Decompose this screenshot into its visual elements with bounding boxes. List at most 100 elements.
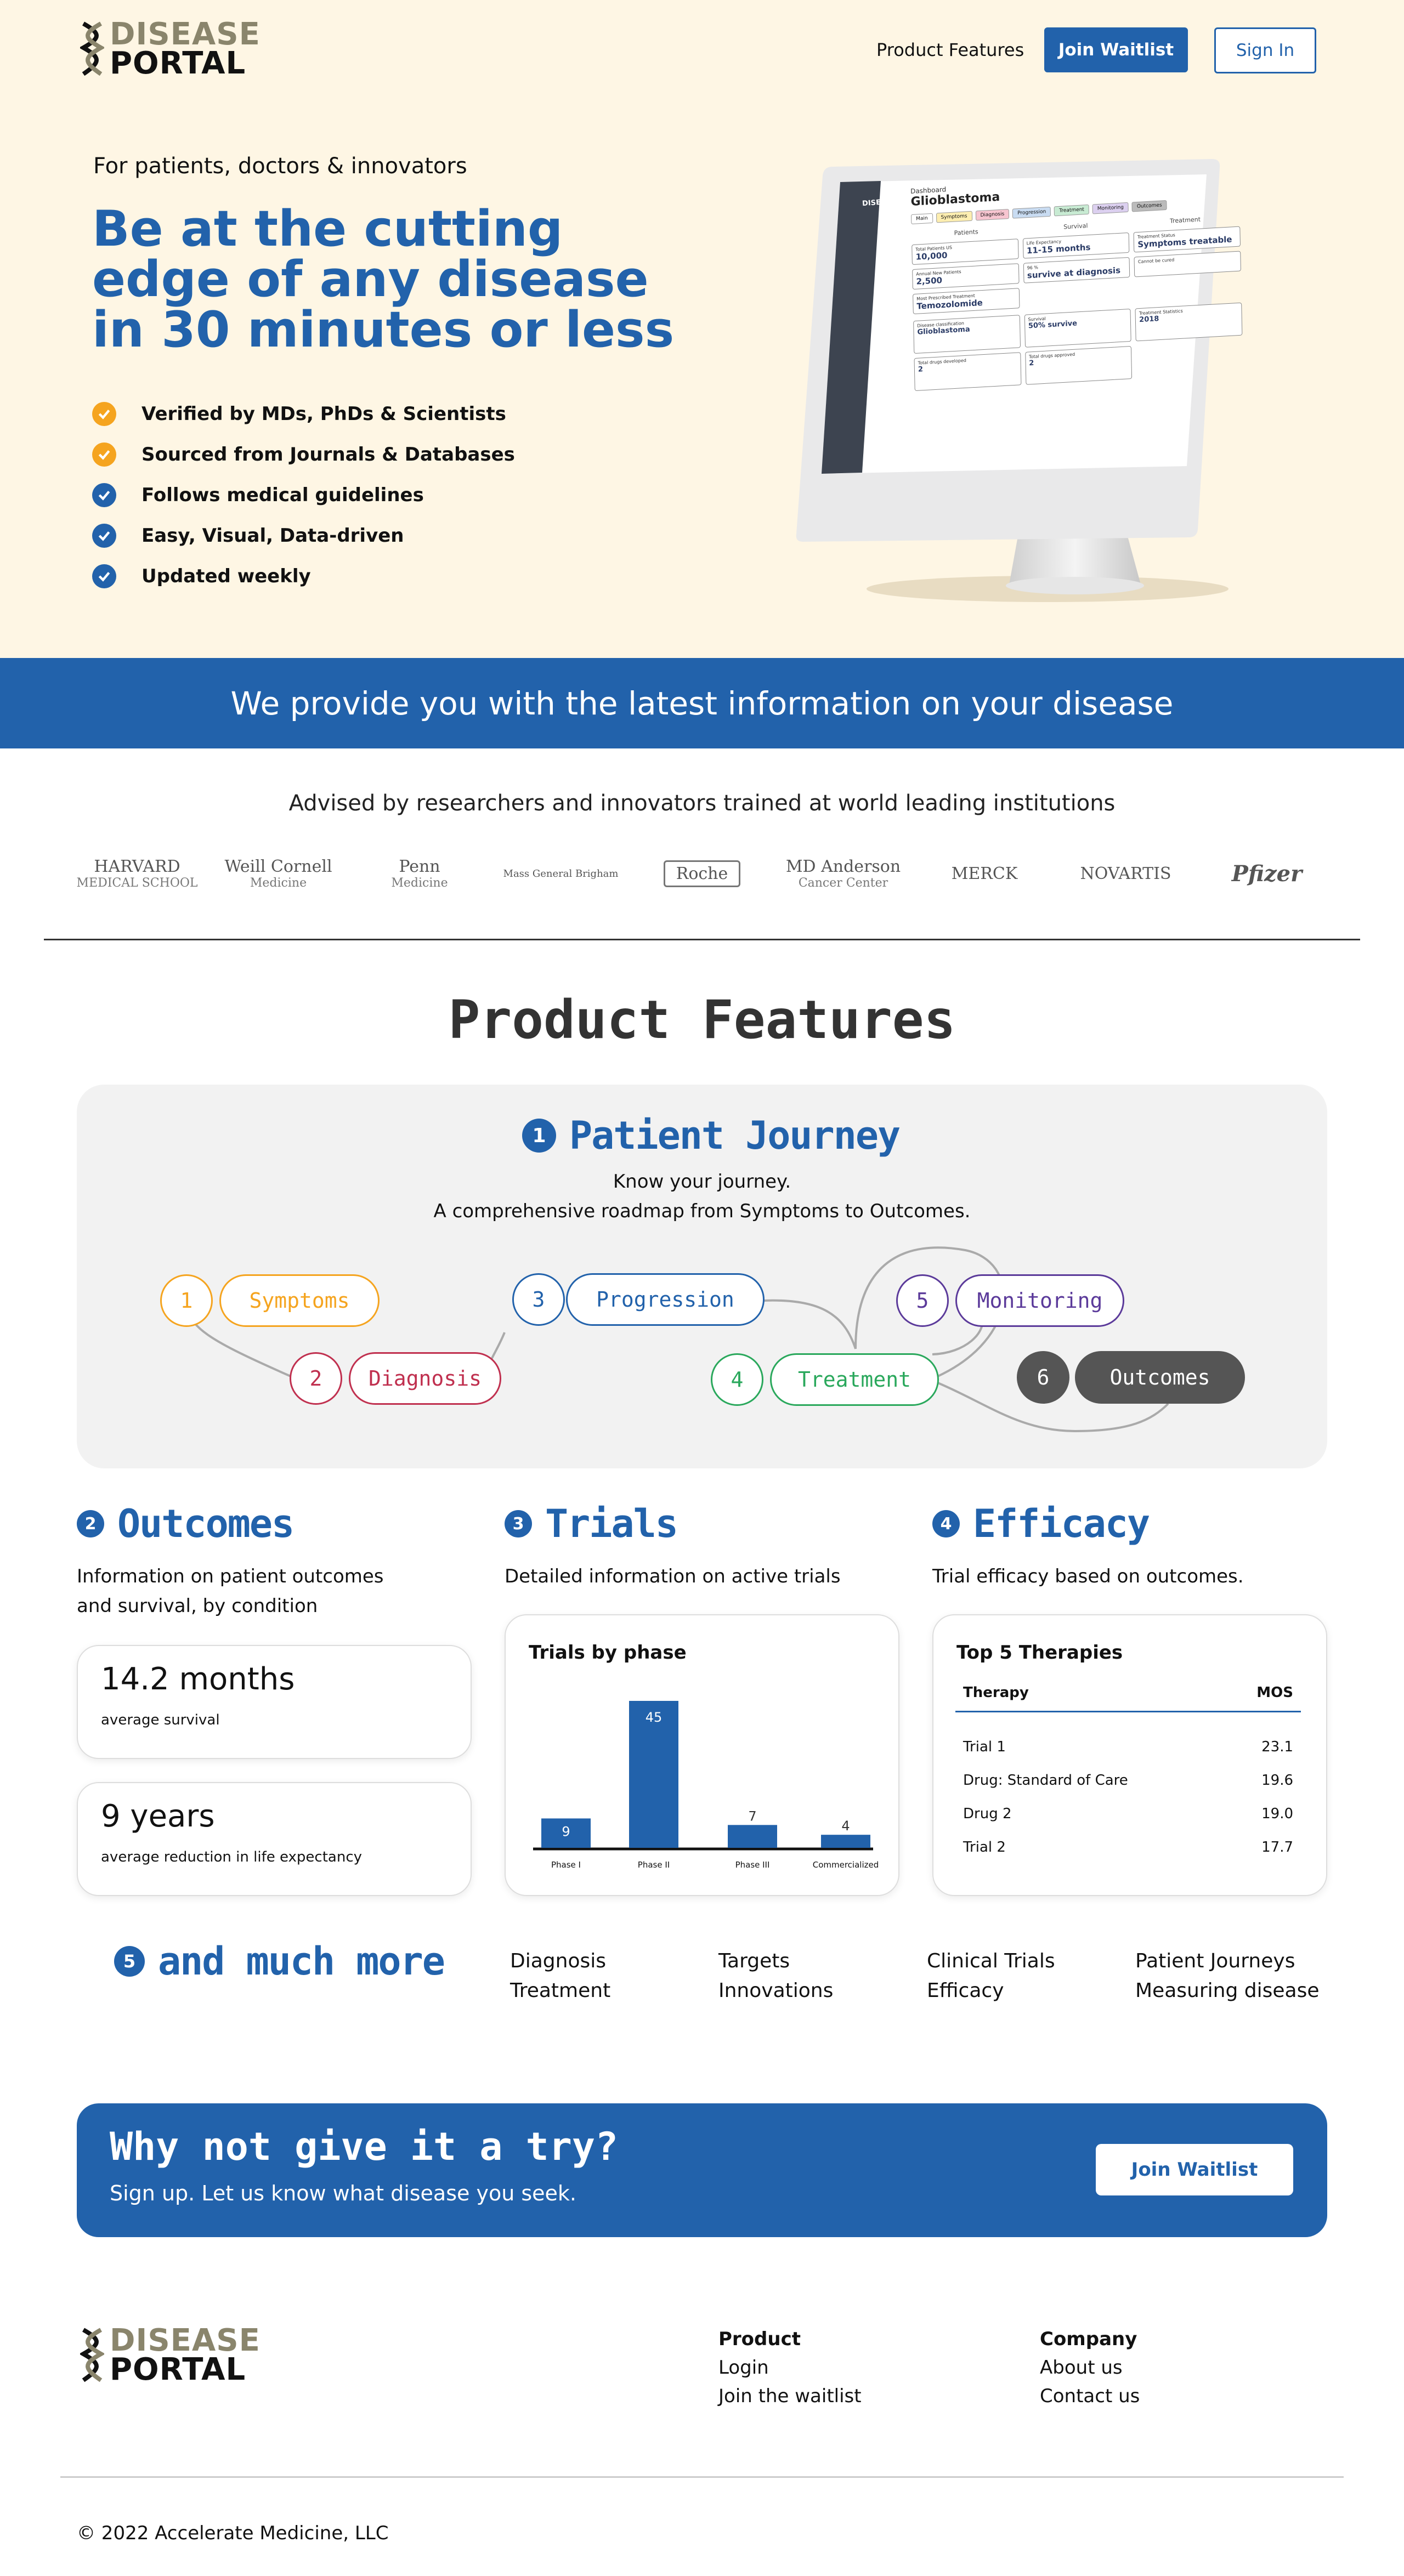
efficacy-number: 4 [932,1510,960,1537]
more-feature-item: Diagnosis [510,1950,606,1972]
footer-waitlist-link[interactable]: Join the waitlist [718,2385,862,2407]
mockup-lower-card: Treatment Statistics 2018 [1135,302,1243,342]
col-mos: MOS [1224,1679,1301,1712]
nav-product-features[interactable]: Product Features [876,39,1024,60]
therapy-cell: Drug: Standard of Care [963,1772,1128,1789]
checklist-label: Follows medical guidelines [141,484,424,506]
mockup-tab: Progression [1012,206,1051,219]
dna-icon [80,21,104,76]
institution-name: Weill Cornell [224,857,332,876]
institution-logo: HARVARD MEDICAL SCHOOL [77,857,198,890]
journey-step-progression[interactable]: Progression [566,1273,765,1326]
mockup-tab: Symptoms [936,211,972,223]
table-row: Drug 2 19.0 [955,1796,1301,1830]
mockup-card: Most Prescribed Treatment Temozolomide [913,288,1020,315]
bar-value-label: 45 [646,1710,663,1725]
bar-phase-iii [728,1825,777,1848]
institution-subname: Medicine [391,876,448,890]
bar-value-label: 9 [562,1824,570,1839]
footer-contact-link[interactable]: Contact us [1040,2385,1140,2407]
join-waitlist-button[interactable]: Join Waitlist [1044,27,1188,72]
hero-title: Be at the cutting edge of any disease in… [92,200,675,359]
outcomes-desc1: Information on patient outcomes [77,1565,384,1587]
brand-line1: DISEASE [110,16,261,52]
institution-logos: HARVARD MEDICAL SCHOOL Weill Cornell Medici… [77,849,1327,898]
trials-header: 3 Trials [505,1501,678,1546]
trials-number: 3 [505,1510,532,1537]
sign-in-button[interactable]: Sign In [1214,27,1316,73]
journey-step-diagnosis[interactable]: Diagnosis [349,1352,501,1405]
checklist-item: Updated weekly [92,556,515,597]
journey-header: 1 Patient Journey [522,1113,901,1158]
mos-cell: 19.6 [1261,1772,1293,1789]
journey-step-treatment[interactable]: Treatment [770,1353,939,1406]
checklist-label: Sourced from Journals & Databases [141,444,515,466]
footer-logo[interactable]: DISEASE PORTAL [80,2325,261,2388]
check-icon [92,483,116,507]
mos-cell: 23.1 [1261,1739,1293,1755]
stat-card-survival: 14.2 months average survival [77,1645,472,1759]
footer-company-heading: Company [1040,2328,1137,2350]
mockup-screen: Dashboard Glioblastoma Main Symptoms Diagn… [910,169,1243,391]
outcomes-header: 2 Outcomes [77,1501,295,1546]
therapies-table: Therapy MOS Trial 1 23.1 Drug: Standard of… [955,1679,1301,1863]
brand-logo[interactable]: DISEASE PORTAL [80,16,261,79]
footer-copyright: © 2022 Accelerate Medicine, LLC [77,2522,389,2544]
journey-step-number: 5 [896,1274,949,1327]
journey-title: Patient Journey [569,1113,901,1158]
bar-category-label: Phase II [638,1860,670,1870]
footer-about-link[interactable]: About us [1040,2357,1123,2379]
mockup-card: 96 % survive at diagnosis [1023,257,1130,283]
mockup-col-head: Survival [1063,222,1088,231]
journey-step-number: 6 [1017,1351,1069,1404]
check-icon [92,564,116,588]
bar-commercialized [821,1835,870,1848]
checklist-label: Updated weekly [141,565,311,587]
info-banner: We provide you with the latest informati… [0,658,1404,748]
mockup-card: Cannot be cured [1134,251,1241,277]
journey-step-number: 3 [512,1273,565,1326]
checklist-label: Easy, Visual, Data-driven [141,525,404,547]
journey-step-symptoms[interactable]: Symptoms [219,1274,380,1327]
more-feature-item: Treatment [510,1979,611,2002]
footer-brand-line2: PORTAL [110,2352,246,2388]
cta-join-waitlist-button[interactable]: Join Waitlist [1096,2144,1293,2195]
institution-logo: MERCK [924,864,1045,883]
efficacy-table-card: Top 5 Therapies Therapy MOS Trial 1 23.1 D… [932,1614,1327,1896]
efficacy-header: 4 Efficacy [932,1501,1150,1546]
institution-subname: Medicine [250,876,307,890]
mockup-lower-card: Survival 50% survive [1024,308,1132,348]
bar-category-label: Phase III [735,1860,770,1870]
more-feature-item: Clinical Trials [927,1950,1055,1972]
footer-product-heading: Product [718,2328,801,2350]
hero-subtitle: For patients, doctors & innovators [93,154,467,179]
therapy-cell: Drug 2 [963,1806,1012,1822]
mockup-card: Total Patients US 10,000 [912,239,1019,265]
footer-login-link[interactable]: Login [718,2357,769,2379]
journey-step-monitoring[interactable]: Monitoring [955,1274,1124,1327]
outcomes-title: Outcomes [117,1501,295,1546]
outcomes-desc2: and survival, by condition [77,1595,318,1617]
institution-logo: Penn Medicine [359,857,480,890]
mockup-lower-card: Total drugs developed 2 [914,352,1022,391]
trials-bar-chart: 9 Phase I 45 Phase II 7 Phase III 4 Commerciali… [533,1701,879,1870]
journey-connectors [185,1246,1169,1433]
more-features-grid: Diagnosis Treatment Targets Innovations Clin… [510,1950,1333,2009]
efficacy-title: Efficacy [973,1501,1150,1546]
institution-name: NOVARTIS [1080,864,1171,883]
institution-subname: Cancer Center [798,876,888,890]
more-feature-item: Patient Journeys [1135,1950,1295,1972]
institution-name: Roche [663,860,741,887]
journey-step-outcomes[interactable]: Outcomes [1075,1351,1245,1404]
institution-logo: MD Anderson Cancer Center [783,857,904,890]
table-row: Drug: Standard of Care 19.6 [955,1763,1301,1796]
chart-title: Trials by phase [529,1642,687,1664]
stat-life-label: average reduction in life expectancy [101,1849,362,1865]
stat-survival-value: 14.2 months [101,1661,295,1697]
checklist-item: Follows medical guidelines [92,475,515,515]
mos-cell: 17.7 [1261,1839,1293,1856]
mos-cell: 19.0 [1261,1806,1293,1822]
features-title: Product Features [448,989,956,1051]
institution-logo: Weill Cornell Medicine [218,857,339,890]
bar-value-label: 7 [748,1808,756,1824]
